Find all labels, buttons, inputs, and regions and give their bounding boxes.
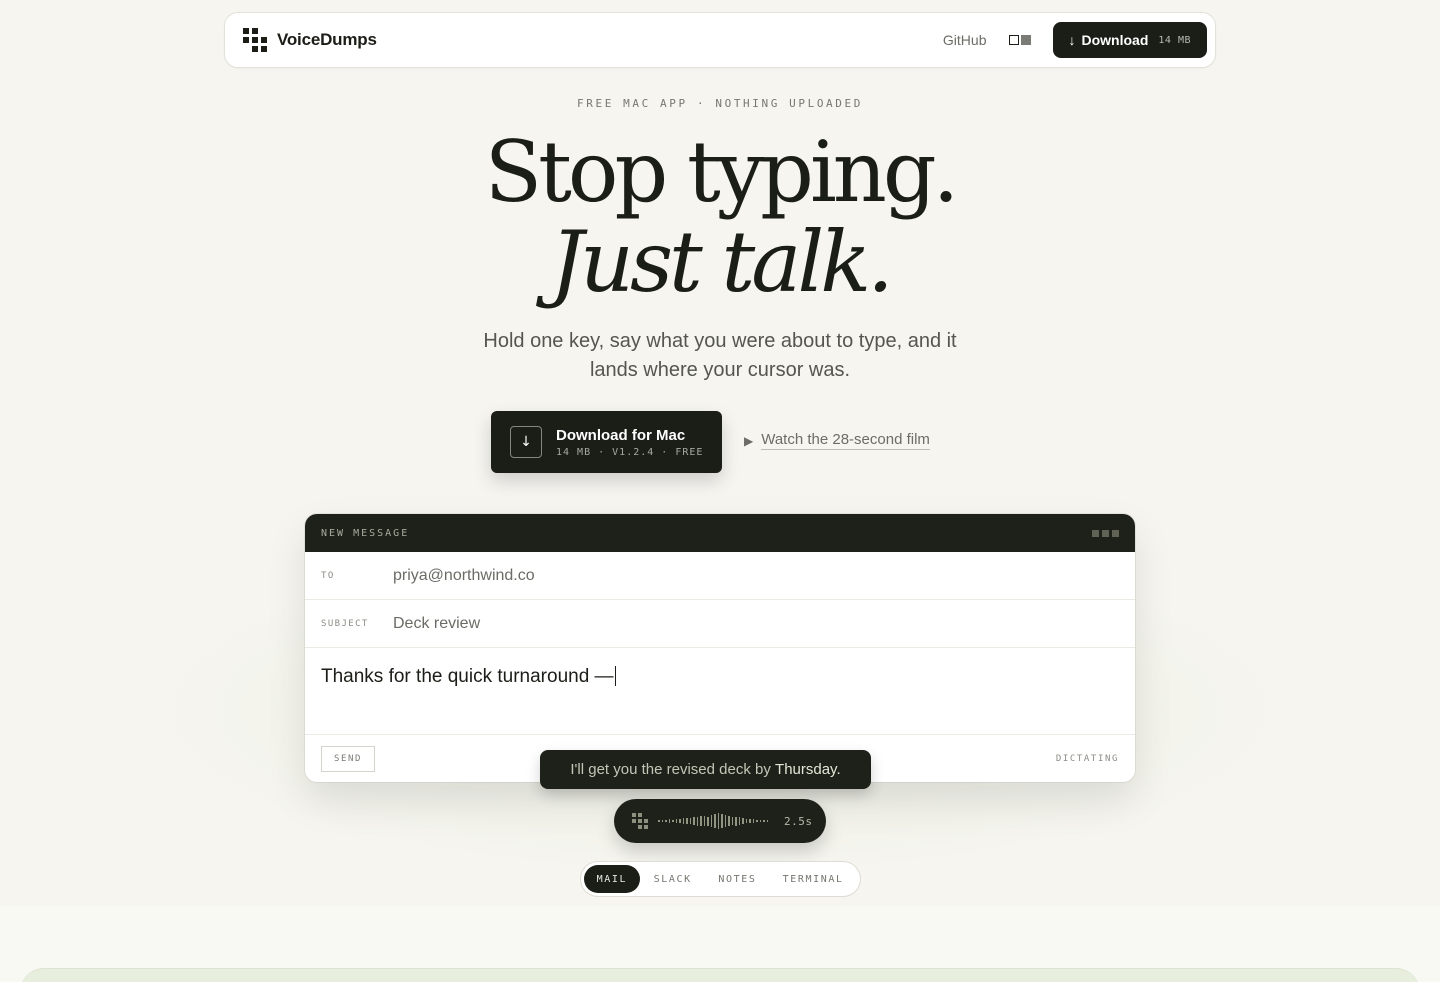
mail-window-title: NEW MESSAGE — [321, 527, 410, 539]
tab-slack[interactable]: SLACK — [640, 865, 706, 893]
waveform-bar — [700, 816, 702, 826]
play-icon: ▶ — [744, 433, 754, 448]
download-arrow-icon: ↓ — [510, 426, 542, 458]
top-nav: VoiceDumps GitHub ↓ Download 14 MB — [224, 12, 1216, 68]
subject-label: SUBJECT — [321, 618, 369, 629]
message-body[interactable]: Thanks for the quick turnaround — — [305, 648, 1135, 735]
to-field[interactable]: priya@northwind.co — [393, 567, 535, 585]
hero-title-line-1: Stop typing. — [484, 123, 960, 221]
waveform-bar — [714, 813, 716, 829]
waveform-bar — [682, 818, 684, 824]
waveform-bar — [759, 820, 761, 822]
waveform-bar — [731, 816, 733, 826]
waveform-bar — [742, 818, 744, 824]
waveform-bar — [721, 814, 723, 828]
waveform-bar — [665, 820, 667, 822]
waveform-icon — [658, 811, 768, 831]
waveform-bar — [707, 816, 709, 826]
message-body-text: Thanks for the quick turnaround — — [321, 666, 614, 687]
waveform-bar — [756, 819, 758, 823]
transcription-highlight: Thursday. — [775, 761, 841, 778]
download-arrow-icon: ↓ — [1068, 32, 1076, 48]
waveform-bar — [696, 816, 698, 826]
next-section-panel — [20, 968, 1420, 982]
waveform-bar — [766, 820, 768, 822]
voicedumps-logo-icon — [243, 28, 267, 52]
waveform-bar — [749, 819, 751, 823]
hero-title-line-2: Just talk. — [550, 213, 894, 311]
nav-download-label: Download — [1081, 32, 1149, 48]
waveform-bar — [735, 816, 737, 826]
waveform-bar — [745, 818, 747, 824]
dark-mode-icon — [1020, 35, 1031, 45]
cta-meta: 14 MB · V1.2.4 · FREE — [556, 446, 704, 458]
waveform-bar — [675, 818, 677, 824]
waveform-bar — [672, 819, 674, 823]
watch-film-link[interactable]: ▶ Watch the 28-second film — [744, 431, 930, 450]
subject-field[interactable]: Deck review — [393, 615, 480, 633]
text-cursor — [614, 666, 617, 686]
waveform-bar — [661, 819, 663, 823]
transcription-text: I'll get you the revised deck by — [570, 761, 771, 778]
waveform-bar — [658, 820, 660, 822]
waveform-bar — [717, 812, 719, 830]
brand-name: VoiceDumps — [277, 30, 377, 49]
waveform-bar — [668, 819, 670, 823]
waveform-bar — [710, 814, 712, 828]
tab-notes[interactable]: NOTES — [706, 865, 770, 893]
dictation-pill: 2.5s — [614, 799, 826, 843]
download-for-mac-button[interactable]: ↓ Download for Mac 14 MB · V1.2.4 · FREE — [491, 411, 722, 473]
waveform-bar — [703, 815, 705, 827]
send-button[interactable]: SEND — [321, 745, 375, 772]
mail-window-header: NEW MESSAGE — [305, 514, 1135, 552]
waveform-bar — [693, 817, 695, 825]
theme-toggle[interactable] — [1008, 35, 1031, 45]
waveform-bar — [679, 819, 681, 823]
waveform-bar — [724, 815, 726, 827]
hero-eyebrow: FREE MAC APP · NOTHING UPLOADED — [577, 97, 863, 110]
github-link[interactable]: GitHub — [943, 32, 987, 48]
waveform-bar — [686, 817, 688, 825]
waveform-bar — [752, 818, 754, 824]
dictation-duration: 2.5s — [784, 814, 813, 828]
nav-download-size: 14 MB — [1158, 34, 1191, 46]
waveform-bar — [763, 819, 765, 823]
window-controls-icon — [1092, 529, 1119, 537]
to-row[interactable]: TO priya@northwind.co — [305, 552, 1135, 600]
dictating-status: DICTATING — [1055, 753, 1119, 764]
watch-film-label: Watch the 28-second film — [761, 431, 930, 450]
waveform-bar — [738, 817, 740, 825]
brand[interactable]: VoiceDumps — [243, 28, 377, 52]
tab-terminal[interactable]: TERMINAL — [769, 865, 857, 893]
waveform-bar — [728, 816, 730, 826]
waveform-bar — [689, 818, 691, 824]
app-switcher-tabs: MAIL SLACK NOTES TERMINAL — [580, 861, 861, 897]
light-mode-icon — [1008, 35, 1019, 45]
voicedumps-logo-icon — [632, 813, 648, 829]
cta-title: Download for Mac — [556, 426, 686, 444]
hero-subtitle: Hold one key, say what you were about to… — [483, 330, 957, 381]
tab-mail[interactable]: MAIL — [584, 865, 640, 893]
nav-download-button[interactable]: ↓ Download 14 MB — [1052, 22, 1207, 58]
transcription-bubble: I'll get you the revised deck by Thursda… — [540, 750, 871, 789]
to-label: TO — [321, 570, 335, 581]
subject-row[interactable]: SUBJECT Deck review — [305, 600, 1135, 648]
mail-compose-window: NEW MESSAGE TO priya@northwind.co SUBJEC… — [305, 514, 1135, 782]
